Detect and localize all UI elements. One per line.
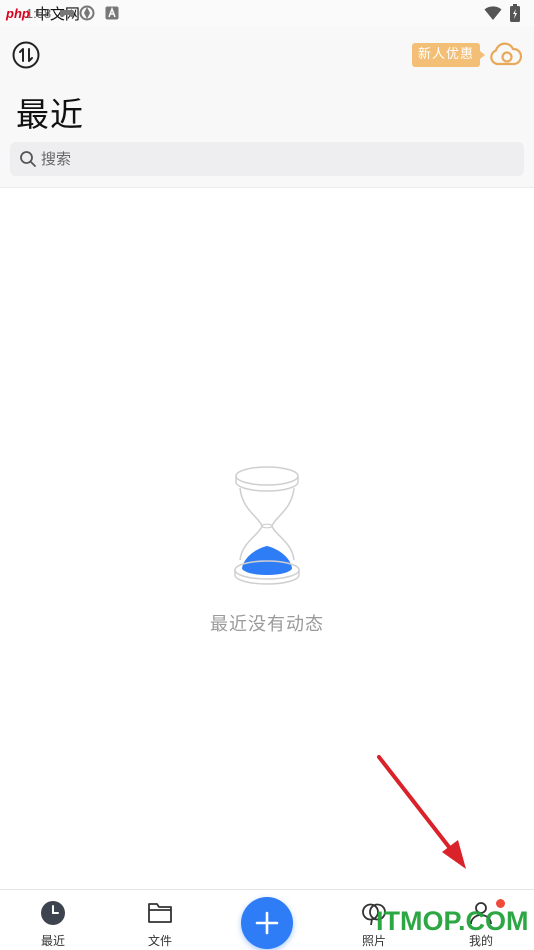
wifi-icon (484, 5, 502, 21)
annotation-arrow (377, 755, 466, 869)
sort-arrows-icon (12, 41, 40, 69)
aperture-icon (79, 5, 95, 21)
search-bar[interactable] (10, 142, 524, 176)
battery-charging-icon (510, 4, 520, 22)
empty-state: 最近没有动态 (0, 460, 534, 636)
status-time: 1:58 (25, 5, 52, 21)
itmop-watermark: ITMOP.COM (376, 906, 529, 936)
new-user-promo-badge[interactable]: 新人优惠 (412, 43, 486, 67)
sort-button[interactable] (12, 41, 40, 69)
nav-item-files[interactable]: 文件 (120, 890, 200, 950)
add-button[interactable] (241, 897, 293, 949)
nav-label-recent: 最近 (40, 934, 65, 948)
search-input[interactable] (41, 150, 501, 168)
hourglass-icon (234, 466, 300, 585)
cloud-icon (490, 42, 523, 66)
page-title: 最近 (16, 95, 84, 134)
nav-item-recent[interactable]: 最近 (13, 890, 93, 950)
status-right (484, 3, 520, 23)
letter-a-icon (105, 6, 119, 20)
status-left: php 中文网 1:58 (6, 2, 119, 24)
game-controller-icon (59, 5, 75, 21)
header: 新人优惠 最近 (0, 26, 534, 188)
folder-icon (148, 903, 172, 923)
plus-icon (255, 911, 279, 935)
search-icon (20, 151, 36, 167)
empty-state-message: 最近没有动态 (210, 614, 324, 635)
nav-label-files: 文件 (147, 934, 172, 948)
status-bar: php 中文网 1:58 (0, 0, 534, 26)
clock-icon (41, 901, 65, 925)
cloud-button[interactable] (488, 40, 523, 70)
